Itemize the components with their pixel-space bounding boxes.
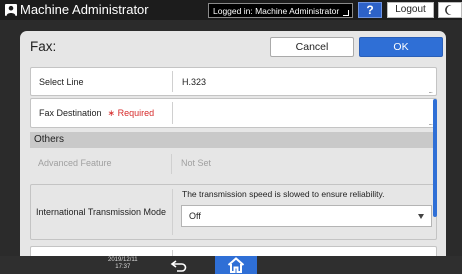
moon-icon bbox=[445, 5, 452, 16]
row-divider bbox=[172, 189, 173, 235]
ok-button[interactable]: OK bbox=[359, 37, 443, 57]
select-line-row[interactable]: Select Line H.323 ... bbox=[30, 67, 437, 96]
cancel-button[interactable]: Cancel bbox=[270, 37, 354, 57]
energy-saver-button[interactable] bbox=[438, 2, 462, 18]
section-title: Others bbox=[34, 134, 65, 145]
home-button[interactable] bbox=[215, 256, 257, 274]
help-button[interactable]: ? bbox=[358, 2, 382, 18]
advanced-feature-value: Not Set bbox=[181, 158, 212, 168]
back-button[interactable] bbox=[170, 258, 190, 272]
fax-dialog: Fax: Cancel OK Select Line H.323 ... Fax… bbox=[20, 31, 446, 271]
ellipsis-icon: ... bbox=[428, 118, 433, 127]
chevron-down-icon bbox=[418, 214, 424, 219]
international-mode-row: International Transmission Mode The tran… bbox=[30, 184, 437, 240]
bottom-bar: 2019/12/11 17:37 bbox=[0, 256, 462, 274]
select-line-value: H.323 bbox=[182, 77, 207, 87]
section-header-others: Others bbox=[30, 132, 437, 148]
advanced-feature-label: Advanced Feature bbox=[38, 158, 112, 168]
row-divider bbox=[172, 71, 173, 92]
home-icon bbox=[227, 257, 245, 273]
login-status: Logged in: Machine Administrator bbox=[213, 6, 340, 16]
top-bar: Machine Administrator Logged in: Machine… bbox=[0, 0, 462, 20]
dialog-title: Fax: bbox=[30, 39, 57, 54]
ellipsis-icon: ... bbox=[428, 86, 433, 95]
row-divider bbox=[172, 102, 173, 124]
user-icon bbox=[5, 4, 17, 16]
international-mode-select[interactable]: Off bbox=[181, 205, 432, 227]
required-marker: ∗ Required bbox=[107, 108, 155, 118]
corner-icon bbox=[343, 10, 349, 16]
select-value: Off bbox=[189, 211, 201, 221]
international-mode-label: International Transmission Mode bbox=[36, 207, 167, 217]
datetime: 2019/12/11 17:37 bbox=[108, 257, 138, 270]
logout-button[interactable]: Logout bbox=[387, 2, 434, 18]
advanced-feature-row: Advanced Feature Not Set bbox=[30, 150, 437, 178]
fax-destination-label: Fax Destination ∗ Required bbox=[39, 108, 155, 118]
user-name: Machine Administrator bbox=[20, 2, 149, 17]
select-line-label: Select Line bbox=[39, 77, 84, 87]
back-icon bbox=[170, 260, 187, 272]
international-mode-note: The transmission speed is slowed to ensu… bbox=[182, 189, 385, 199]
settings-list[interactable]: Select Line H.323 ... Fax Destination ∗ R… bbox=[30, 67, 437, 271]
row-divider bbox=[171, 154, 172, 174]
scrollbar[interactable] bbox=[433, 99, 437, 217]
login-status-box[interactable]: Logged in: Machine Administrator bbox=[208, 3, 353, 18]
fax-destination-row[interactable]: Fax Destination ∗ Required ... bbox=[30, 98, 437, 128]
